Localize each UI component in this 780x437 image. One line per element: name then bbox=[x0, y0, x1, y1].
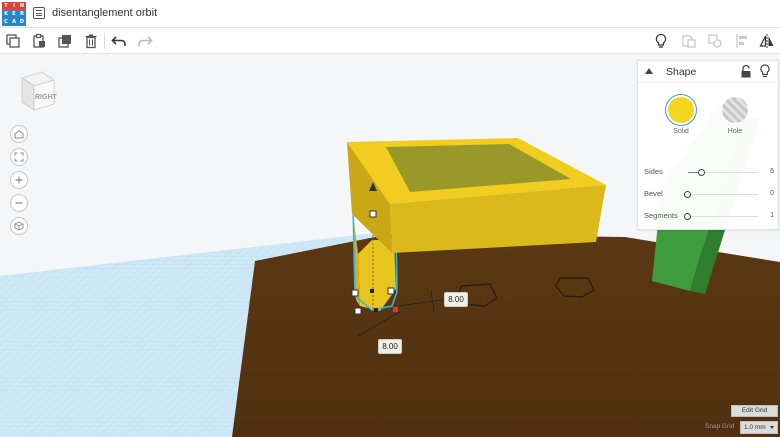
corner-handle-red[interactable] bbox=[393, 307, 398, 312]
chevron-down-icon bbox=[770, 426, 774, 429]
slider-label-segments: Segments bbox=[644, 211, 678, 220]
logo-letter: E bbox=[10, 10, 18, 18]
shape-panel-title: Shape bbox=[666, 66, 697, 78]
logo-letter: N bbox=[18, 2, 26, 10]
slider-knob-sides[interactable] bbox=[698, 169, 705, 176]
lock-icon[interactable] bbox=[740, 65, 752, 78]
slider-knob-segments[interactable] bbox=[684, 213, 691, 220]
slider-value-bevel[interactable]: 0 bbox=[758, 190, 774, 197]
zoom-in-icon[interactable] bbox=[10, 171, 28, 189]
corner-handle[interactable] bbox=[351, 289, 359, 297]
slider-value-segments[interactable]: 1 bbox=[758, 212, 774, 219]
group-icon[interactable] bbox=[680, 32, 698, 50]
design-title[interactable]: disentanglement orbit bbox=[52, 7, 157, 19]
slider-track-bevel[interactable] bbox=[688, 194, 758, 195]
fit-view-icon[interactable] bbox=[10, 148, 28, 166]
mirror-icon[interactable] bbox=[758, 32, 776, 50]
corner-handle[interactable] bbox=[387, 287, 395, 295]
logo-letter: K bbox=[2, 10, 10, 18]
logo-letter: A bbox=[10, 18, 18, 26]
collapse-icon[interactable] bbox=[645, 68, 653, 74]
snap-grid-label: Snap Grid bbox=[705, 423, 735, 430]
visibility-bulb-icon[interactable] bbox=[759, 64, 771, 78]
perspective-icon[interactable] bbox=[10, 217, 28, 235]
paste-icon[interactable] bbox=[30, 32, 48, 50]
center-handle[interactable] bbox=[374, 308, 378, 312]
view-cube-label: RIGHT bbox=[35, 94, 58, 101]
snap-grid-select[interactable]: 1.0 mm bbox=[740, 421, 778, 434]
design-menu-icon[interactable] bbox=[33, 7, 45, 19]
duplicate-icon[interactable] bbox=[56, 32, 74, 50]
align-icon[interactable] bbox=[734, 32, 752, 50]
slider-label-bevel: Bevel bbox=[644, 189, 663, 198]
dimension-depth-label[interactable]: 8.00 bbox=[378, 339, 402, 354]
view-cube[interactable]: RIGHT bbox=[14, 68, 58, 112]
redo-icon[interactable] bbox=[136, 32, 154, 50]
home-icon[interactable] bbox=[10, 125, 28, 143]
slider-track-segments[interactable] bbox=[688, 216, 758, 217]
ungroup-icon[interactable] bbox=[706, 32, 724, 50]
solid-color-button[interactable] bbox=[668, 97, 694, 123]
center-handle[interactable] bbox=[370, 289, 374, 293]
height-handle[interactable] bbox=[369, 210, 377, 218]
slider-knob-bevel[interactable] bbox=[684, 191, 691, 198]
logo-letter: C bbox=[2, 18, 10, 26]
lightbulb-icon[interactable] bbox=[652, 32, 670, 50]
copy-icon[interactable] bbox=[4, 32, 22, 50]
toolbar-separator bbox=[104, 33, 105, 49]
slider-label-sides: Sides bbox=[644, 167, 663, 176]
delete-icon[interactable] bbox=[82, 32, 100, 50]
edit-grid-button[interactable]: Edit Grid bbox=[731, 405, 778, 417]
toolbar bbox=[0, 28, 780, 54]
app-header: TINKERCAD disentanglement orbit bbox=[0, 0, 780, 28]
hole-button[interactable] bbox=[722, 97, 748, 123]
logo-letter: R bbox=[18, 10, 26, 18]
slider-value-sides[interactable]: 6 bbox=[758, 168, 774, 175]
tinkercad-logo[interactable]: TINKERCAD bbox=[2, 2, 26, 26]
shape-panel: Shape Solid Hole Sides 6 Bevel 0 Segments 1 bbox=[637, 60, 780, 230]
logo-letter: T bbox=[2, 2, 10, 10]
hole-label: Hole bbox=[727, 128, 743, 135]
dimension-width-label[interactable]: 8.00 bbox=[444, 292, 468, 307]
corner-handle[interactable] bbox=[354, 307, 362, 315]
solid-label: Solid bbox=[673, 128, 689, 135]
shape-panel-header: Shape bbox=[638, 61, 780, 83]
logo-letter: D bbox=[18, 18, 26, 26]
logo-letter: I bbox=[10, 2, 18, 10]
undo-icon[interactable] bbox=[110, 32, 128, 50]
snap-grid-value: 1.0 mm bbox=[744, 424, 766, 431]
zoom-out-icon[interactable] bbox=[10, 194, 28, 212]
